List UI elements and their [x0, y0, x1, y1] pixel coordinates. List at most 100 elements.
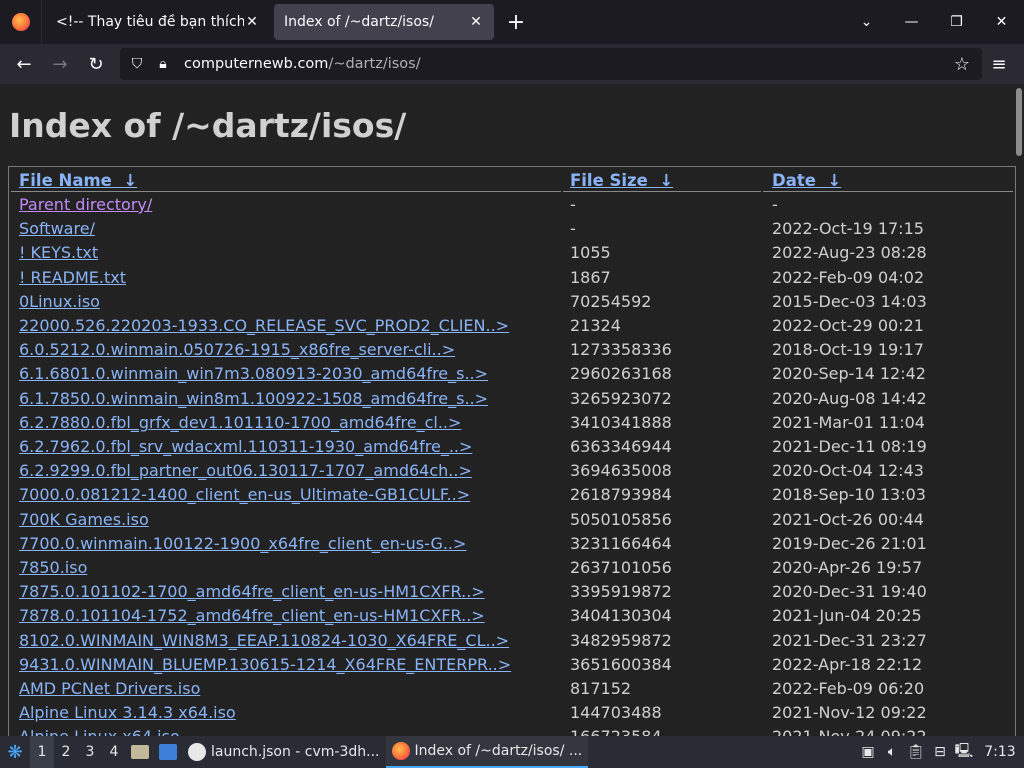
table-row: ! README.txt 1867 2022-Feb-09 04:02: [9, 268, 1015, 292]
file-link[interactable]: ! README.txt: [19, 268, 126, 287]
file-link[interactable]: 9431.0.WINMAIN_BLUEMP.130615-1214_X64FRE…: [19, 655, 511, 674]
header-divider: [11, 191, 561, 192]
table-row: 9431.0.WINMAIN_BLUEMP.130615-1214_X64FRE…: [9, 655, 1015, 679]
file-link[interactable]: 6.1.6801.0.winmain_win7m3.080913-2030_am…: [19, 364, 488, 383]
file-link[interactable]: AMD PCNet Drivers.iso: [19, 679, 200, 698]
workspace-2[interactable]: 2: [54, 736, 78, 768]
file-link[interactable]: 700K Games.iso: [19, 510, 149, 529]
file-date: 2019-Dec-26 21:01: [772, 533, 927, 553]
file-link[interactable]: 6.2.7962.0.fbl_srv_wdacxml.110311-1930_a…: [19, 437, 472, 456]
url-host: computernewb.com: [184, 56, 329, 72]
firefox-menu-button[interactable]: [0, 0, 42, 44]
app-menu-icon[interactable]: ❋: [0, 736, 30, 768]
header-date[interactable]: Date ↓: [772, 171, 841, 193]
table-row: 22000.526.220203-1933.CO_RELEASE_SVC_PRO…: [9, 316, 1015, 340]
file-link[interactable]: 6.2.9299.0.fbl_partner_out06.130117-1707…: [19, 461, 472, 480]
network-icon[interactable]: ⊟: [928, 736, 952, 768]
file-link[interactable]: Alpine Linux x64.iso: [19, 727, 180, 736]
reload-button[interactable]: ↻: [78, 48, 114, 80]
url-bar[interactable]: ⛉ 🔒︎ computernewb.com/~dartz/isos/ ☆: [120, 48, 982, 80]
removable-drive-icon[interactable]: ▣: [856, 736, 880, 768]
file-link[interactable]: 7878.0.101104-1752_amd64fre_client_en-us…: [19, 606, 485, 625]
url-text[interactable]: computernewb.com/~dartz/isos/: [184, 56, 421, 72]
header-date-label: Date: [772, 171, 816, 190]
header-file-size-label: File Size: [570, 171, 648, 190]
file-link[interactable]: 6.2.7880.0.fbl_grfx_dev1.101110-1700_amd…: [19, 413, 461, 432]
sort-arrow-icon: ↓: [123, 171, 138, 190]
tab-title: <!-- Thay tiêu đề bạn thích: [56, 14, 244, 30]
table-row: 7850.iso 2637101056 2020-Apr-26 19:57: [9, 558, 1015, 582]
tab-title: Index of /~dartz/isos/: [284, 14, 434, 30]
file-link[interactable]: Software/: [19, 219, 95, 238]
file-size: 1055: [570, 243, 611, 263]
file-size: 3482959872: [570, 630, 672, 650]
header-divider: [563, 191, 761, 192]
close-tab-icon[interactable]: ✕: [468, 14, 484, 30]
file-listing-table: File Name ↓ File Size ↓ Date ↓ Parent di…: [8, 166, 1016, 736]
file-size: 3410341888: [570, 412, 672, 432]
table-row: Alpine Linux x64.iso 166723584 2021-Nov-24…: [9, 727, 1015, 736]
restore-button[interactable]: ❐: [934, 0, 979, 44]
show-desktop-icon[interactable]: [154, 736, 182, 768]
header-file-size[interactable]: File Size ↓: [570, 171, 673, 193]
file-size: 1867: [570, 267, 611, 287]
hamburger-menu-icon[interactable]: ≡: [984, 48, 1014, 80]
back-button[interactable]: ←: [6, 48, 42, 80]
file-link[interactable]: 22000.526.220203-1933.CO_RELEASE_SVC_PRO…: [19, 316, 509, 335]
tab-active[interactable]: Index of /~dartz/isos/ ✕: [274, 4, 494, 40]
table-row: 8102.0.WINMAIN_WIN8M3_EEAP.110824-1030_X…: [9, 631, 1015, 655]
file-link[interactable]: 7700.0.winmain.100122-1900_x64fre_client…: [19, 534, 466, 553]
task-vscode[interactable]: launch.json - cvm-3dh...: [182, 736, 386, 768]
file-date: 2021-Dec-31 23:27: [772, 630, 927, 650]
bookmark-star-icon[interactable]: ☆: [954, 54, 970, 75]
page-scrollbar[interactable]: [1016, 88, 1022, 156]
header-file-name[interactable]: File Name ↓: [19, 171, 137, 193]
firefox-icon: [391, 742, 410, 760]
file-link[interactable]: 6.0.5212.0.winmain.050726-1915_x86fre_se…: [19, 340, 455, 359]
close-window-button[interactable]: ✕: [979, 0, 1024, 44]
clock[interactable]: 7:13: [976, 744, 1024, 760]
file-size: 3404130304: [570, 606, 672, 626]
file-size: 6363346944: [570, 437, 672, 456]
file-link[interactable]: 7850.iso: [19, 558, 87, 577]
task-firefox[interactable]: Index of /~dartz/isos/ ...: [385, 736, 589, 768]
minimize-button[interactable]: —: [889, 0, 934, 44]
file-date: 2022-Feb-09 04:02: [772, 267, 925, 287]
firefox-logo-icon: [11, 13, 30, 31]
file-size: 144703488: [570, 703, 662, 723]
table-row: 7875.0.101102-1700_amd64fre_client_en-us…: [9, 582, 1015, 606]
clipboard-icon[interactable]: 📋︎: [904, 736, 928, 768]
table-row: Software/ - 2022-Oct-19 17:15: [9, 219, 1015, 243]
file-link[interactable]: 8102.0.WINMAIN_WIN8M3_EEAP.110824-1030_X…: [19, 631, 509, 650]
task-label: launch.json - cvm-3dh...: [211, 744, 380, 760]
file-date: 2021-Mar-01 11:04: [772, 412, 925, 432]
file-size: 817152: [570, 679, 632, 698]
workspace-1[interactable]: 1: [30, 736, 54, 768]
file-link[interactable]: Parent directory/: [19, 195, 152, 214]
shield-icon[interactable]: ⛉: [124, 56, 150, 72]
close-tab-icon[interactable]: ✕: [244, 14, 260, 30]
file-size: -: [570, 195, 576, 214]
file-manager-icon[interactable]: [126, 736, 154, 768]
table-row: 6.1.6801.0.winmain_win7m3.080913-2030_am…: [9, 364, 1015, 388]
notification-icon[interactable]: 🖳︎: [952, 736, 976, 768]
tab-other[interactable]: <!-- Thay tiêu đề bạn thích ✕: [46, 4, 270, 40]
lock-icon[interactable]: 🔒︎: [150, 56, 176, 72]
file-link[interactable]: 7875.0.101102-1700_amd64fre_client_en-us…: [19, 582, 485, 601]
table-row: 7700.0.winmain.100122-1900_x64fre_client…: [9, 534, 1015, 558]
workspace-3[interactable]: 3: [78, 736, 102, 768]
file-link[interactable]: Alpine Linux 3.14.3 x64.iso: [19, 703, 236, 722]
new-tab-button[interactable]: +: [500, 6, 532, 38]
file-link[interactable]: 6.1.7850.0.winmain_win8m1.100922-1508_am…: [19, 389, 488, 408]
file-link[interactable]: 7000.0.081212-1400_client_en-us_Ultimate…: [19, 485, 470, 504]
file-link[interactable]: 0Linux.iso: [19, 292, 100, 311]
file-size: 3231166464: [570, 533, 672, 553]
workspace-4[interactable]: 4: [102, 736, 126, 768]
volume-icon[interactable]: 🔈︎: [880, 736, 904, 768]
file-date: 2021-Nov-24 09:22: [772, 727, 927, 736]
file-size: 3265923072: [570, 388, 672, 408]
forward-button[interactable]: →: [42, 48, 78, 80]
file-link[interactable]: ! KEYS.txt: [19, 243, 98, 262]
table-row: 700K Games.iso 5050105856 2021-Oct-26 00:4…: [9, 510, 1015, 534]
list-tabs-chevron-icon[interactable]: ⌄: [844, 0, 889, 44]
